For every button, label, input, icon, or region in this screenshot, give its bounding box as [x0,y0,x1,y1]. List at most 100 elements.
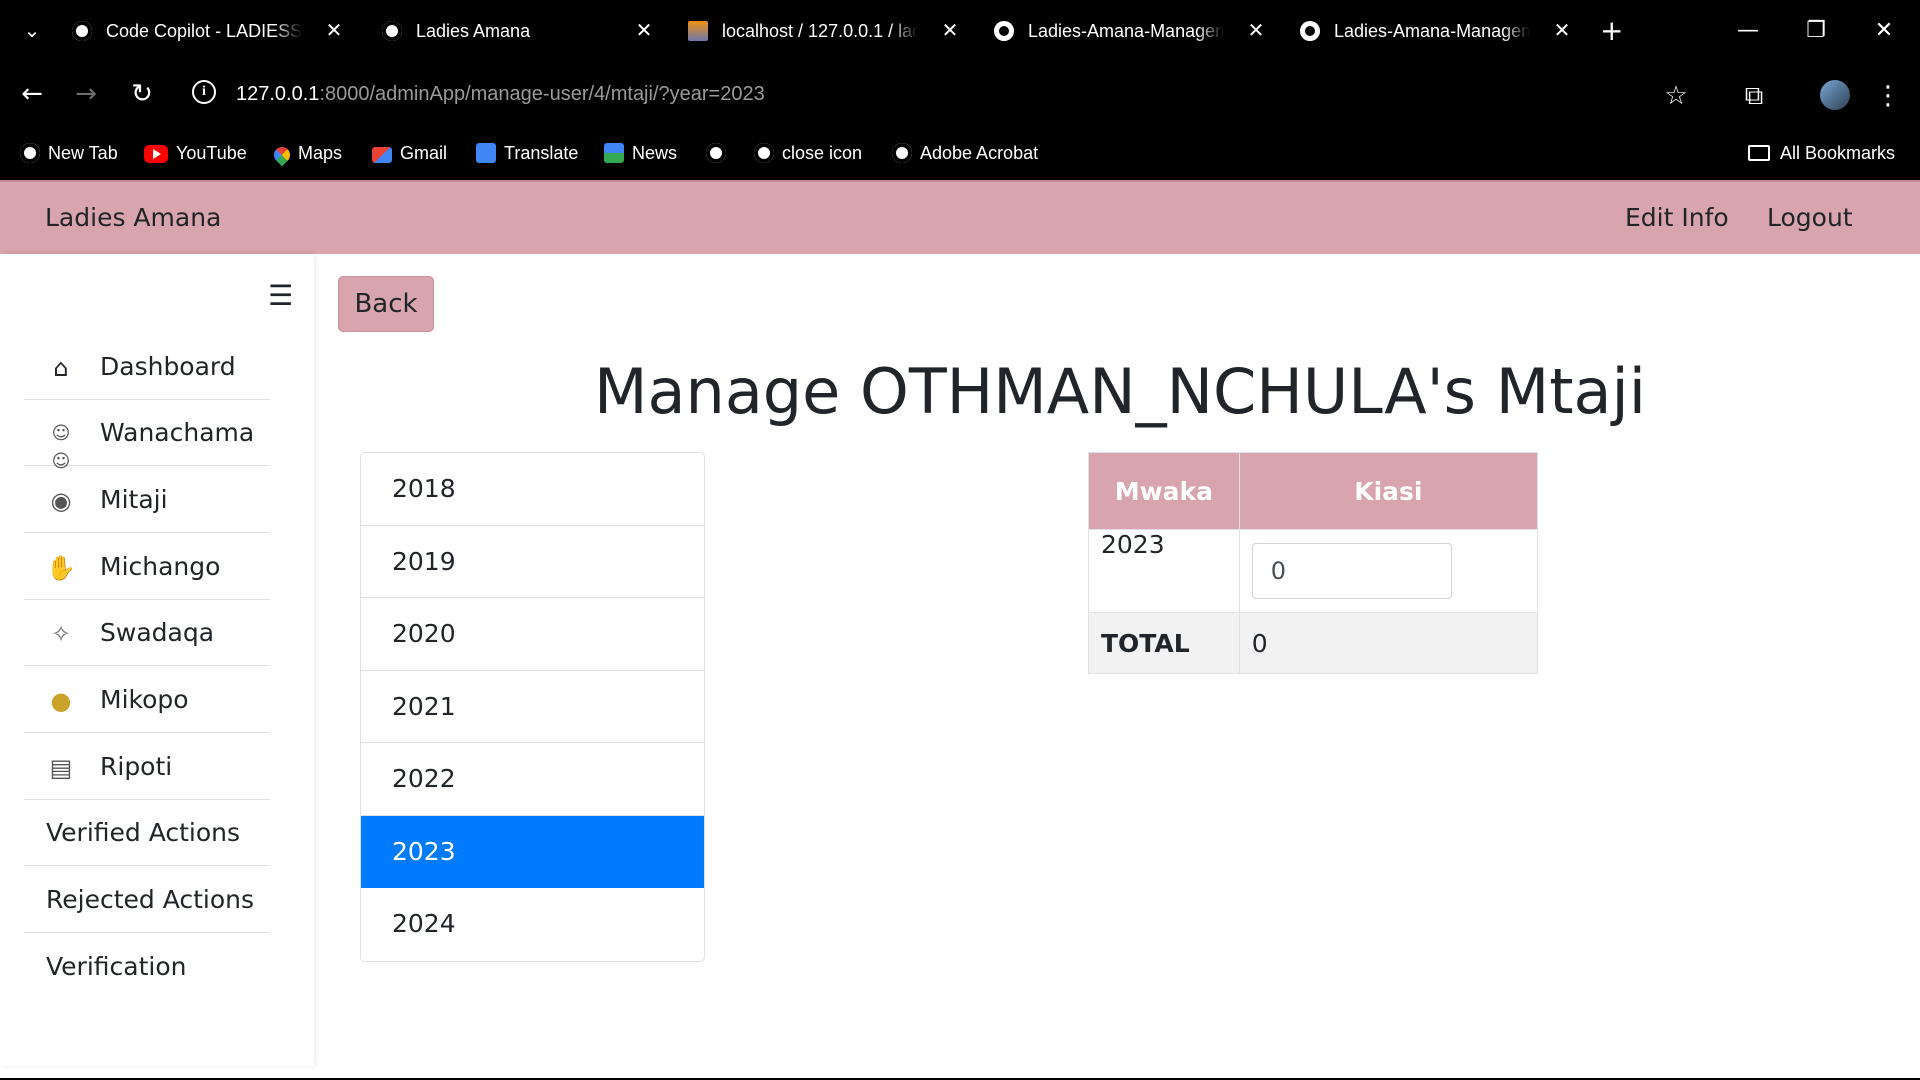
sidebar-item-rejected-actions[interactable]: Rejected Actions [24,867,270,933]
url-path: :8000/adminApp/manage-user/4/mtaji/?year… [319,83,765,105]
year-item-2018[interactable]: 2018 [361,453,704,526]
sidebar-item-verified-actions[interactable]: Verified Actions [24,800,270,866]
url-host: 127.0.0.1 [236,83,320,105]
profile-avatar[interactable] [1820,80,1850,110]
sidebar-item-label: Swadaqa [100,618,215,647]
bookmark-label: YouTube [176,143,247,163]
extensions-icon[interactable]: ⧉ [1736,78,1772,114]
sidebar-item-michango[interactable]: ✋ Michango [24,534,270,600]
year-item-2024[interactable]: 2024 [361,888,704,961]
browser-tab-code-copilot[interactable]: Code Copilot - LADIESS-S ✕ [72,14,344,48]
sidebar-item-label: Mitaji [100,485,168,514]
browser-tab-github-1[interactable]: Ladies-Amana-Managem ✕ [994,14,1266,48]
amount-cell [1238,529,1539,613]
bookmark-star-icon[interactable]: ☆ [1658,78,1694,114]
table-header-row: Mwaka Kiasi [1088,452,1539,530]
total-row: TOTAL 0 [1088,612,1539,674]
folder-icon [1748,145,1770,161]
bookmark-translate[interactable]: Translate [476,140,578,166]
bookmark-news[interactable]: News [604,140,677,166]
close-tab-icon[interactable]: ✕ [1246,14,1266,48]
edit-info-link[interactable]: Edit Info [1625,202,1729,234]
new-tab-plus-icon[interactable]: + [1600,14,1623,48]
bookmark-maps[interactable]: Maps [270,140,342,167]
reload-icon[interactable]: ↻ [124,76,160,112]
bookmark-label: Gmail [400,143,448,163]
restore-window-icon[interactable]: ❐ [1796,14,1836,48]
site-info-icon[interactable]: i [192,80,216,104]
members-icon: ☺☺ [51,423,71,472]
year-item-2020[interactable]: 2020 [361,598,704,671]
browser-tab-ladies-amana[interactable]: Ladies Amana ✕ [382,14,654,48]
youtube-icon [144,145,168,163]
year-item-2022[interactable]: 2022 [361,743,704,816]
phpmyadmin-icon [688,21,708,41]
contribution-hand-icon: ✋ [46,554,76,582]
bookmark-label: Translate [504,143,579,163]
year-item-2023-active[interactable]: 2023 [361,815,704,888]
sidebar-item-label: Rejected Actions [46,885,255,914]
tab-search-chevron-icon[interactable]: ⌄ [20,18,44,42]
total-value: 0 [1238,612,1539,674]
sidebar-item-dashboard[interactable]: ⌂ Dashboard [24,334,270,400]
back-button[interactable]: Back [338,276,434,332]
year-item-2019[interactable]: 2019 [361,526,704,598]
close-tab-icon[interactable]: ✕ [324,14,344,48]
money-bag-icon: ◉ [50,487,72,515]
table-row: 2023 [1088,529,1539,613]
sidebar-item-verification[interactable]: Verification [24,934,270,1000]
loan-icon: ● [50,687,72,715]
bookmark-adobe-acrobat[interactable]: Adobe Acrobat [892,140,1038,166]
sidebar-item-mitaji[interactable]: ◉ Mitaji [24,467,270,533]
sidebar-item-ripoti[interactable]: ▤ Ripoti [24,734,270,800]
tab-title: Code Copilot - LADIESS-S [106,14,302,48]
hamburger-menu-icon[interactable]: ☰ [268,280,293,312]
globe-icon [754,143,774,163]
sidebar-item-mikopo[interactable]: ● Mikopo [24,667,270,733]
close-window-icon[interactable]: ✕ [1864,14,1904,48]
menu-kebab-icon[interactable]: ⋮ [1870,78,1906,114]
github-icon [1300,21,1320,41]
back-arrow-icon[interactable]: ← [14,76,50,112]
forward-arrow-icon[interactable]: → [68,76,104,112]
bookmark-youtube[interactable]: YouTube [144,140,247,166]
translate-icon [476,143,496,163]
report-icon: ▤ [49,754,73,782]
news-icon [604,143,624,163]
year-item-2021[interactable]: 2021 [361,671,704,743]
close-tab-icon[interactable]: ✕ [1552,14,1572,48]
brand-logo-text[interactable]: Ladies Amana [45,202,221,234]
sidebar-item-label: Michango [100,552,221,581]
sidebar: ☰ ⌂ Dashboard ☺☺ Wanachama ◉ Mitaji ✋ Mi… [0,254,314,1066]
logout-link[interactable]: Logout [1767,202,1853,234]
chatgpt-icon [72,21,92,41]
close-tab-icon[interactable]: ✕ [940,14,960,48]
tab-title: Ladies-Amana-Managem [1334,14,1530,48]
bookmark-close-icon[interactable]: close icon [754,140,862,166]
bookmark-gmail[interactable]: Gmail [372,140,447,166]
address-bar[interactable]: 127.0.0.1:8000/adminApp/manage-user/4/mt… [236,80,765,108]
all-bookmarks-label: All Bookmarks [1780,143,1896,163]
globe-icon [382,21,402,41]
maps-icon [270,143,294,167]
browser-tab-github-2[interactable]: Ladies-Amana-Managem ✕ [1300,14,1572,48]
bookmark-new-tab[interactable]: New Tab [20,140,118,166]
column-header-mwaka: Mwaka [1088,452,1240,530]
year-cell: 2023 [1088,529,1240,613]
bookmark-unnamed[interactable] [706,140,734,166]
kiasi-amount-input[interactable] [1251,543,1452,599]
tab-title: localhost / 127.0.0.1 / lad [722,14,918,48]
total-label: TOTAL [1088,612,1240,674]
globe-icon [706,143,726,163]
bookmark-label: News [632,143,678,163]
bookmark-label: Adobe Acrobat [920,143,1039,163]
browser-toolbar: ← → ↻ i 127.0.0.1:8000/adminApp/manage-u… [0,62,1920,126]
minimize-icon[interactable]: — [1728,14,1768,48]
sidebar-item-swadaqa[interactable]: ✧ Swadaqa [24,600,270,666]
close-tab-icon[interactable]: ✕ [634,14,654,48]
bookmarks-bar: New Tab YouTube Maps Gmail Translate New… [0,126,1920,180]
all-bookmarks[interactable]: All Bookmarks [1748,140,1895,166]
sidebar-item-wanachama[interactable]: ☺☺ Wanachama [24,400,270,472]
browser-tab-phpmyadmin[interactable]: localhost / 127.0.0.1 / lad ✕ [688,14,960,48]
bookmark-label: close icon [782,143,863,163]
